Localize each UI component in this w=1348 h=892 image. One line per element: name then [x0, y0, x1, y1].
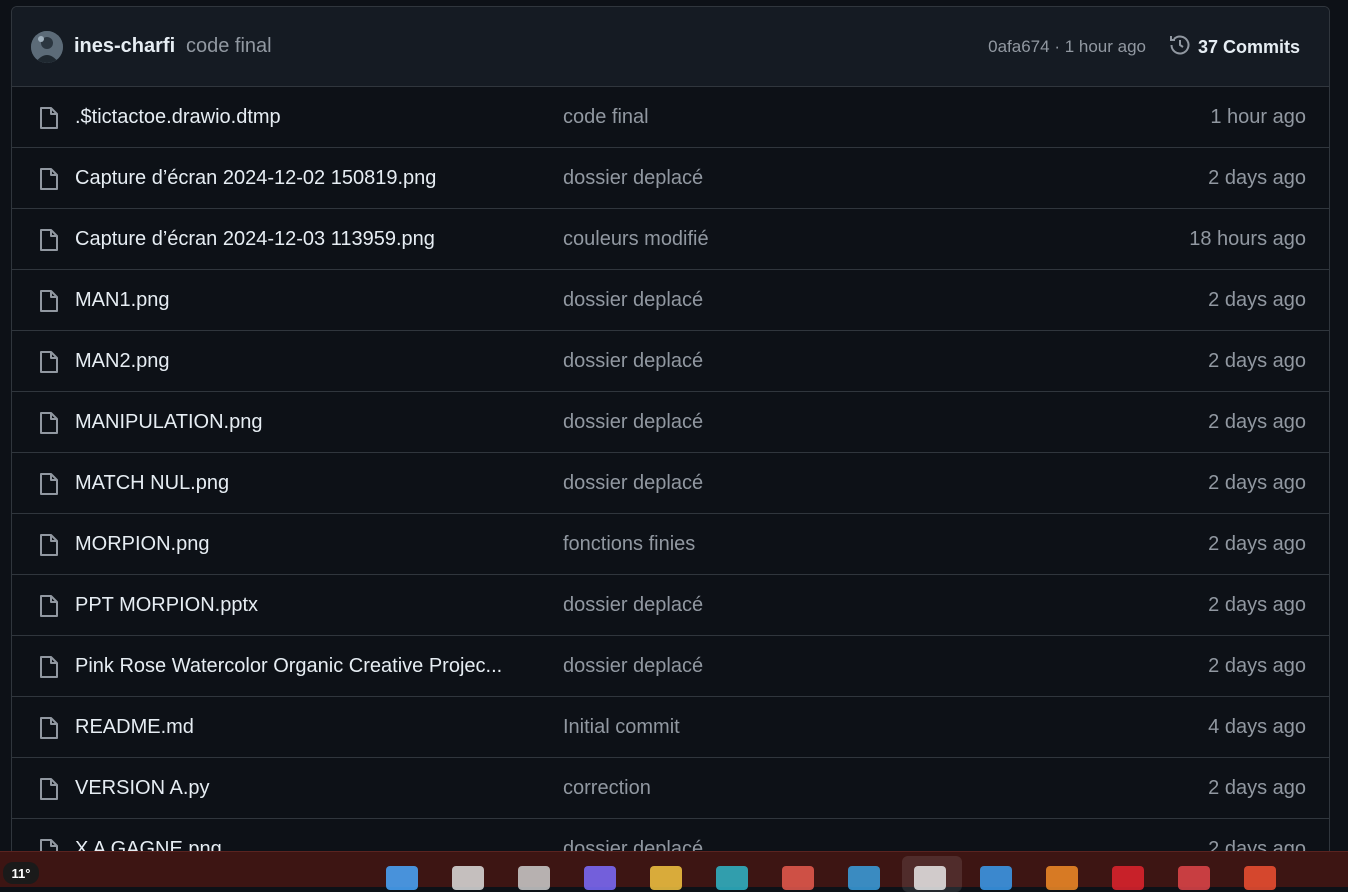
file-name-link[interactable]: VERSION A.py: [75, 777, 210, 800]
file-name-link[interactable]: PPT MORPION.pptx: [75, 594, 258, 617]
file-icon: [38, 167, 60, 196]
file-icon: [38, 655, 60, 684]
file-name-link[interactable]: Capture d’écran 2024-12-03 113959.png: [75, 228, 435, 251]
commit-time: 18 hours ago: [1189, 228, 1306, 250]
table-row[interactable]: MATCH NUL.png dossier deplacé 2 days ago: [12, 453, 1329, 514]
app-icon[interactable]: [1046, 866, 1078, 890]
gmail-icon[interactable]: [1178, 866, 1210, 890]
edge-icon[interactable]: [716, 866, 748, 890]
commit-message-link[interactable]: dossier deplacé: [563, 594, 703, 617]
commit-time: 2 days ago: [1208, 411, 1306, 433]
file-name-link[interactable]: MAN1.png: [75, 289, 170, 312]
notepad-icon[interactable]: [848, 866, 880, 890]
store-icon[interactable]: [782, 866, 814, 890]
file-icon: [38, 533, 60, 562]
chrome-icon[interactable]: [914, 866, 946, 890]
commit-message-link[interactable]: dossier deplacé: [563, 411, 703, 434]
commit-time: 2 days ago: [1208, 167, 1306, 189]
table-row[interactable]: Capture d’écran 2024-12-03 113959.png cou…: [12, 209, 1329, 270]
table-row[interactable]: MAN2.png dossier deplacé 2 days ago: [12, 331, 1329, 392]
commit-message-link[interactable]: dossier deplacé: [563, 655, 703, 678]
commit-meta[interactable]: 0afa674 · 1 hour ago: [988, 37, 1146, 57]
table-row[interactable]: PPT MORPION.pptx dossier deplacé 2 days ag…: [12, 575, 1329, 636]
opera-icon[interactable]: [1112, 866, 1144, 890]
commit-time: 4 days ago: [1208, 716, 1306, 738]
file-name-link[interactable]: Capture d’écran 2024-12-02 150819.png: [75, 167, 436, 190]
file-icon: [38, 594, 60, 623]
file-icon: [38, 289, 60, 318]
file-icon: [38, 716, 60, 745]
commit-message-link[interactable]: dossier deplacé: [563, 289, 703, 312]
latest-commit-header: ines-charfi code final 0afa674 · 1 hour …: [12, 7, 1329, 87]
commit-time: 2 days ago: [1208, 350, 1306, 372]
file-explorer-icon[interactable]: [650, 866, 682, 890]
table-row[interactable]: VERSION A.py correction 2 days ago: [12, 758, 1329, 819]
commit-message-link[interactable]: dossier deplacé: [563, 472, 703, 495]
task-view-icon[interactable]: [518, 866, 550, 890]
table-row[interactable]: Capture d’écran 2024-12-02 150819.png dos…: [12, 148, 1329, 209]
file-list-box: ines-charfi code final 0afa674 · 1 hour …: [11, 6, 1330, 868]
commit-message-link[interactable]: correction: [563, 777, 651, 800]
file-name-link[interactable]: MANIPULATION.png: [75, 411, 262, 434]
file-name-link[interactable]: MATCH NUL.png: [75, 472, 229, 495]
commit-time: 2 days ago: [1208, 594, 1306, 616]
commit-time: 1 hour ago: [1210, 106, 1306, 128]
table-row[interactable]: Pink Rose Watercolor Organic Creative Pr…: [12, 636, 1329, 697]
commit-time: 2 days ago: [1208, 533, 1306, 555]
file-icon: [38, 411, 60, 440]
file-name-link[interactable]: README.md: [75, 716, 194, 739]
table-row[interactable]: MANIPULATION.png dossier deplacé 2 days ag…: [12, 392, 1329, 453]
commit-time: 2 days ago: [1208, 655, 1306, 677]
commit-message-link[interactable]: Initial commit: [563, 716, 680, 739]
table-row[interactable]: .$tictactoe.drawio.dtmp code final 1 hour …: [12, 87, 1329, 148]
commit-message-link[interactable]: dossier deplacé: [563, 350, 703, 373]
vscode-icon[interactable]: [980, 866, 1012, 890]
search-icon[interactable]: [452, 866, 484, 890]
commit-message-link[interactable]: code final: [563, 106, 649, 129]
table-row[interactable]: MORPION.png fonctions finies 2 days ago: [12, 514, 1329, 575]
windows-start-icon[interactable]: [386, 866, 418, 890]
commit-message-link[interactable]: fonctions finies: [563, 533, 695, 556]
file-icon: [38, 106, 60, 135]
taskbar: 11°: [0, 851, 1348, 892]
commit-message-link[interactable]: dossier deplacé: [563, 167, 703, 190]
file-icon: [38, 472, 60, 501]
copilot-icon[interactable]: [584, 866, 616, 890]
git-icon[interactable]: [1244, 866, 1276, 890]
file-name-link[interactable]: Pink Rose Watercolor Organic Creative Pr…: [75, 655, 502, 678]
file-icon: [38, 350, 60, 379]
commit-message-link[interactable]: couleurs modifié: [563, 228, 709, 251]
table-row[interactable]: README.md Initial commit 4 days ago: [12, 697, 1329, 758]
weather-widget[interactable]: 11°: [3, 862, 39, 884]
latest-commit-message[interactable]: code final: [186, 35, 272, 58]
commit-time: 2 days ago: [1208, 777, 1306, 799]
file-name-link[interactable]: MORPION.png: [75, 533, 209, 556]
file-rows: .$tictactoe.drawio.dtmp code final 1 hour …: [12, 87, 1329, 867]
table-row[interactable]: MAN1.png dossier deplacé 2 days ago: [12, 270, 1329, 331]
history-icon: [1168, 33, 1192, 62]
avatar[interactable]: [31, 31, 63, 63]
file-name-link[interactable]: MAN2.png: [75, 350, 170, 373]
commits-count: 37 Commits: [1197, 37, 1300, 57]
commits-link[interactable]: 37 Commits: [1168, 33, 1300, 62]
file-icon: [38, 777, 60, 806]
commit-time: 2 days ago: [1208, 472, 1306, 494]
file-icon: [38, 228, 60, 257]
commit-time: 2 days ago: [1208, 289, 1306, 311]
commit-author[interactable]: ines-charfi: [74, 35, 175, 58]
file-name-link[interactable]: .$tictactoe.drawio.dtmp: [75, 106, 281, 129]
